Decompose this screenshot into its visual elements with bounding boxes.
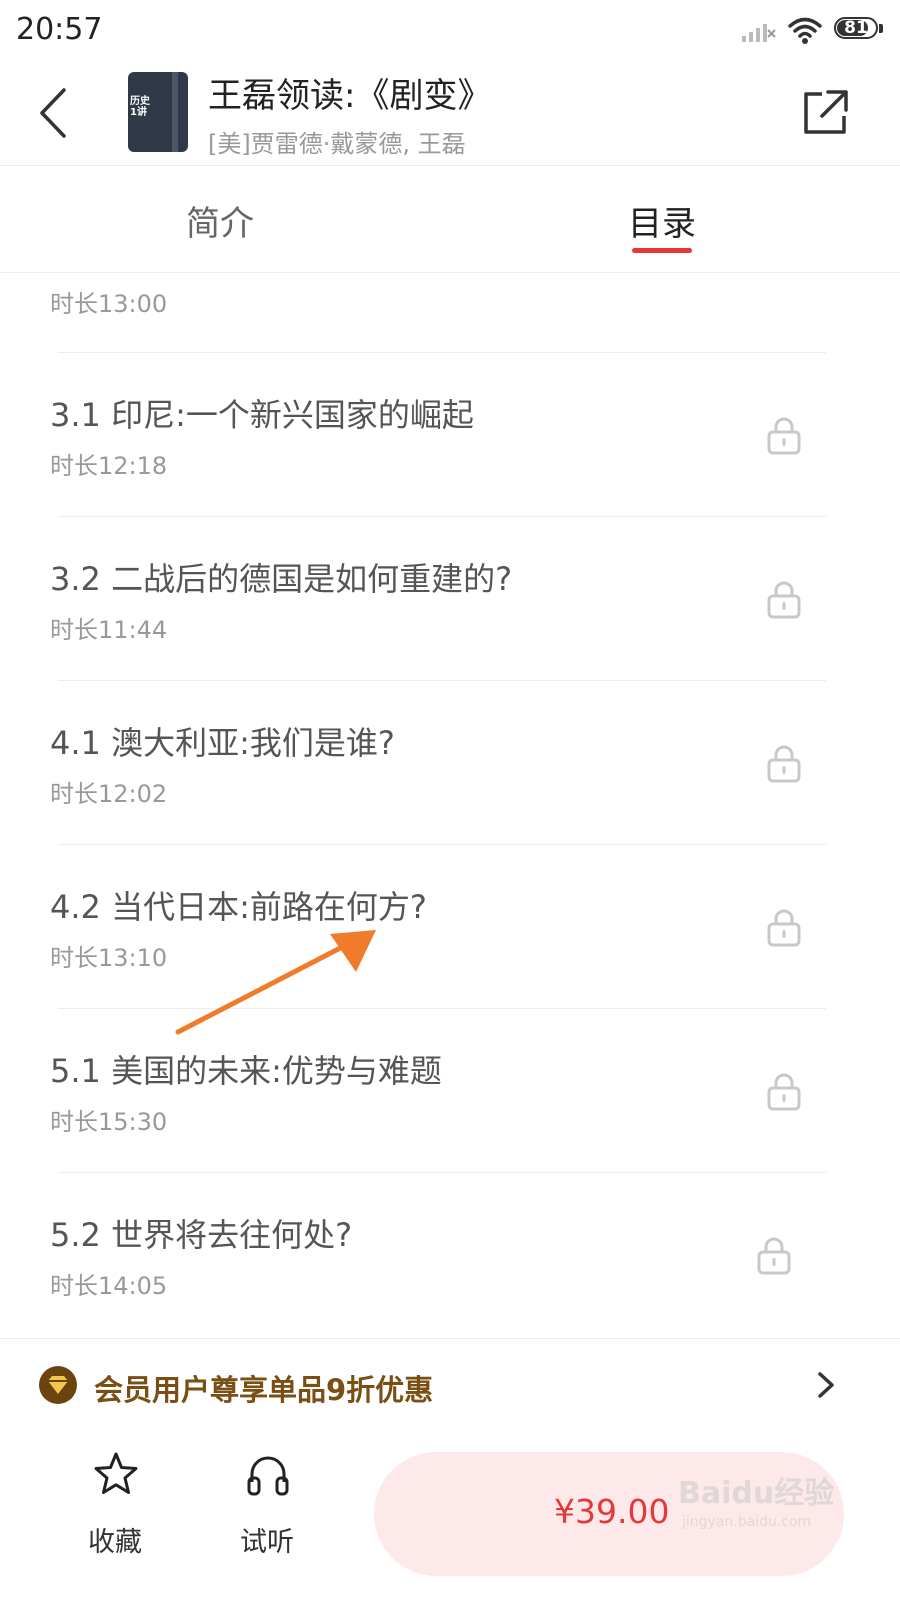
preview-listen-button[interactable]: 试听	[222, 1450, 312, 1558]
wifi-icon	[788, 17, 822, 44]
chapter-title: 5.2 世界将去往何处?	[50, 1216, 353, 1254]
chapter-item[interactable]: 4.1 澳大利亚:我们是谁? 时长12:02	[0, 680, 900, 844]
divider	[58, 1172, 826, 1173]
chapter-duration: 时长13:00	[50, 290, 168, 318]
headphones-icon	[247, 1456, 289, 1496]
tab-bar: 简介 目录	[0, 166, 900, 273]
lock-icon	[767, 581, 801, 619]
member-promo-banner[interactable]: 会员用户尊享单品9折优惠	[0, 1338, 900, 1432]
annotation-arrow	[175, 930, 376, 1035]
chapter-item[interactable]: 5.1 美国的未来:优势与难题 时长15:30	[0, 1008, 900, 1172]
lock-icon	[767, 909, 801, 947]
vip-diamond-icon	[39, 1366, 77, 1404]
promo-text: 会员用户尊享单品9折优惠	[94, 1373, 434, 1407]
chapter-title: 5.1 美国的未来:优势与难题	[50, 1052, 442, 1090]
chapter-duration: 时长12:02	[50, 780, 168, 808]
watermark-subtext: jingyan.baidu.com	[682, 1514, 812, 1530]
chapter-duration: 时长15:30	[50, 1108, 168, 1136]
price-label: ¥39.00	[554, 1492, 670, 1531]
bottom-bar: 收藏 试听 ¥39.00 Baidu经验 jingyan.baidu.com	[0, 1430, 900, 1600]
chapter-duration: 时长11:44	[50, 616, 168, 644]
star-icon	[94, 1452, 138, 1494]
divider	[58, 516, 826, 517]
lock-icon	[767, 1073, 801, 1111]
chapter-title: 4.1 澳大利亚:我们是谁?	[50, 724, 395, 762]
tab-intro[interactable]: 简介	[186, 196, 254, 245]
chapter-duration: 时长12:18	[50, 452, 168, 480]
status-bar: 20:57 81	[0, 0, 900, 60]
share-icon	[804, 90, 848, 134]
page-subtitle: [美]贾雷德·戴蒙德, 王磊	[208, 130, 466, 158]
chapter-duration: 时长13:10	[50, 944, 168, 972]
divider	[58, 352, 826, 353]
signal-icon	[742, 24, 776, 42]
status-time: 20:57	[16, 12, 103, 47]
watermark: Baidu经验 jingyan.baidu.com	[678, 1468, 838, 1548]
share-button[interactable]	[800, 88, 850, 138]
listen-label: 试听	[240, 1527, 294, 1558]
chapter-list: 时长13:00 3.1 印尼:一个新兴国家的崛起 时长12:18 3.2 二战后…	[0, 272, 900, 1338]
chapter-item[interactable]: 3.2 二战后的德国是如何重建的? 时长11:44	[0, 516, 900, 680]
chapter-title: 3.2 二战后的德国是如何重建的?	[50, 560, 513, 598]
header: 历史 1讲 王磊领读:《剧变》 [美]贾雷德·戴蒙德, 王磊	[0, 60, 900, 166]
lock-icon	[757, 1237, 791, 1275]
battery-level-text: 81	[844, 18, 868, 38]
active-tab-indicator	[632, 248, 692, 253]
lock-icon	[767, 417, 801, 455]
favorite-button[interactable]: 收藏	[70, 1450, 160, 1558]
favorite-label: 收藏	[88, 1527, 142, 1558]
chapter-duration: 时长14:05	[50, 1272, 168, 1300]
divider	[58, 680, 826, 681]
book-cover-text: 历史 1讲	[130, 96, 150, 118]
page-title: 王磊领读:《剧变》	[208, 76, 492, 116]
battery-indicator: 81	[834, 17, 884, 41]
lock-icon	[767, 745, 801, 783]
chapter-item[interactable]: 3.1 印尼:一个新兴国家的崛起 时长12:18	[0, 352, 900, 516]
tab-catalog[interactable]: 目录	[628, 196, 696, 245]
back-button[interactable]	[34, 86, 74, 140]
divider	[58, 844, 826, 845]
chapter-item[interactable]: 4.2 当代日本:前路在何方? 时长13:10	[0, 844, 900, 1008]
chapter-item[interactable]: 5.2 世界将去往何处? 时长14:05	[0, 1172, 900, 1336]
chapter-title: 3.1 印尼:一个新兴国家的崛起	[50, 396, 474, 434]
watermark-text: Baidu经验	[678, 1476, 835, 1511]
chevron-right-icon	[818, 1372, 834, 1398]
chevron-left-icon	[40, 88, 66, 138]
book-cover[interactable]: 历史 1讲	[128, 72, 188, 152]
